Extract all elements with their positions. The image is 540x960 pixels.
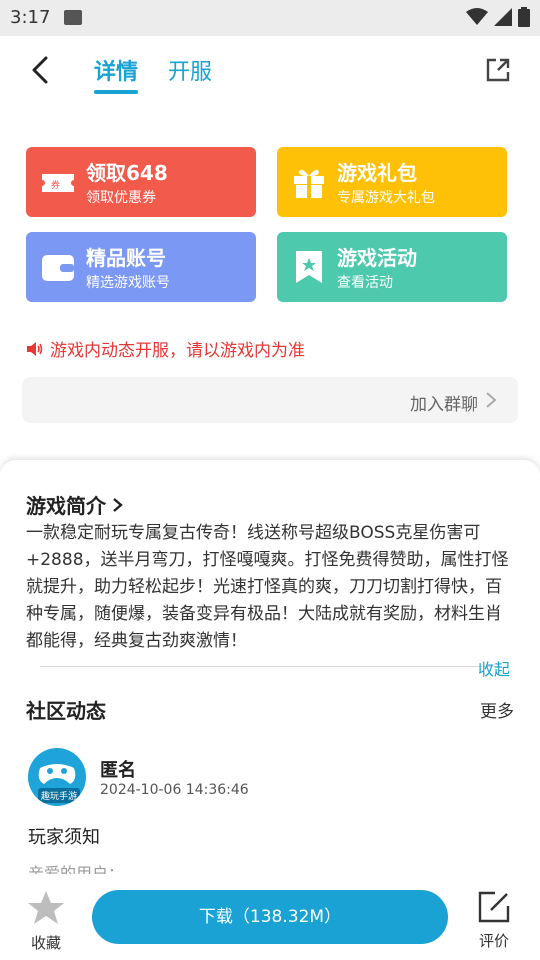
post-title[interactable]: 玩家须知 xyxy=(28,823,100,849)
account-card[interactable]: 精品账号 精选游戏账号 xyxy=(26,232,256,302)
bookmark-star-icon xyxy=(296,251,322,283)
back-arrow-icon[interactable] xyxy=(26,54,56,86)
intro-text: 一款稳定耐玩专属复古传奇！线送称号超级BOSS克星伤害可+2888，送半月弯刀，… xyxy=(26,523,509,651)
activity-card-subtitle: 查看活动 xyxy=(337,275,393,291)
coupon-icon: 券 xyxy=(42,174,74,192)
speaker-icon xyxy=(27,341,43,356)
gift-icon xyxy=(294,169,324,198)
gift-card-title: 游戏礼包 xyxy=(337,161,417,185)
intro-heading[interactable]: 游戏简介 xyxy=(26,490,124,519)
chevron-right-icon xyxy=(113,497,123,512)
system-icons xyxy=(466,7,530,27)
tab-detail[interactable]: 详情 xyxy=(94,54,138,86)
coupon-card-subtitle: 领取优惠券 xyxy=(86,190,156,206)
notice-text: 游戏内动态开服，请以游戏内为准 xyxy=(50,341,305,361)
avatar[interactable]: 趣玩手游 xyxy=(28,748,86,806)
rate-button[interactable]: 评价 xyxy=(476,890,512,951)
chevron-right-icon xyxy=(486,392,497,408)
post-author: 匿名 xyxy=(100,760,136,781)
tab-server-open[interactable]: 开服 xyxy=(168,54,212,86)
intro-title: 游戏简介 xyxy=(26,494,106,518)
signal-icon xyxy=(494,8,512,26)
account-card-subtitle: 精选游戏账号 xyxy=(86,275,170,291)
bottom-action-bar: 收藏 下载（138.32M） 评价 xyxy=(0,876,540,960)
wifi-icon xyxy=(466,8,488,25)
status-time: 3:17 xyxy=(10,7,51,28)
star-icon xyxy=(28,891,64,924)
join-group-label: 加入群聊 xyxy=(410,395,478,415)
active-tab-indicator xyxy=(94,90,138,94)
rate-label: 评价 xyxy=(478,932,509,950)
battery-icon xyxy=(518,7,530,27)
collapse-button[interactable]: 收起 xyxy=(478,656,510,680)
post-preview: 亲爱的用户： xyxy=(28,864,125,874)
wallet-icon xyxy=(42,255,74,281)
community-title: 社区动态 xyxy=(26,699,106,723)
top-navigation: 详情 开服 xyxy=(0,36,540,106)
server-notice: 游戏内动态开服，请以游戏内为准 xyxy=(26,336,305,361)
gift-card-subtitle: 专属游戏大礼包 xyxy=(337,190,435,206)
coupon-card-title: 领取648 xyxy=(86,161,168,185)
status-bar: 3:17 xyxy=(0,0,540,36)
join-group-bar[interactable]: 加入群聊 xyxy=(22,377,518,423)
image-notification-icon xyxy=(64,10,82,25)
divider xyxy=(40,666,500,667)
gift-card[interactable]: 游戏礼包 专属游戏大礼包 xyxy=(277,147,507,217)
edit-icon xyxy=(478,891,510,923)
account-card-title: 精品账号 xyxy=(86,246,166,270)
svg-text:券: 券 xyxy=(51,179,60,191)
avatar-label: 趣玩手游 xyxy=(38,788,81,803)
activity-card[interactable]: 游戏活动 查看活动 xyxy=(277,232,507,302)
post-timestamp: 2024-10-06 14:36:46 xyxy=(100,782,249,798)
activity-card-title: 游戏活动 xyxy=(337,246,417,270)
favorite-button[interactable]: 收藏 xyxy=(24,890,68,953)
download-button[interactable]: 下载（138.32M） xyxy=(92,890,448,944)
community-more-link[interactable]: 更多 xyxy=(480,697,514,722)
share-icon[interactable] xyxy=(484,56,512,84)
favorite-label: 收藏 xyxy=(30,934,61,952)
coupon-card[interactable]: 券 领取648 领取优惠券 xyxy=(26,147,256,217)
